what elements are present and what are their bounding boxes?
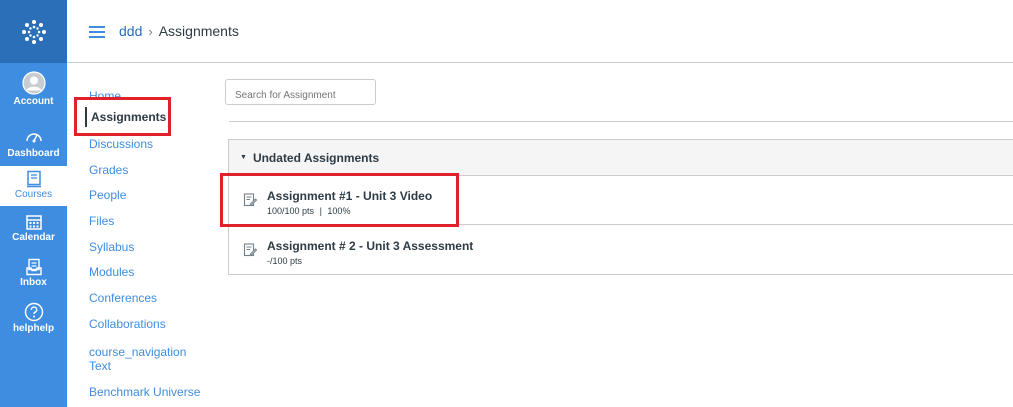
highlight-box-assignments-nav (74, 97, 171, 136)
assignment-row[interactable]: Assignment # 2 - Unit 3 Assessment -/100… (229, 226, 1013, 275)
canvas-logo-icon (21, 19, 46, 44)
help-icon (24, 302, 43, 322)
breadcrumb: ddd › Assignments (119, 23, 239, 39)
course-nav-collaborations[interactable]: Collaborations (89, 317, 166, 331)
account-icon (21, 71, 46, 95)
page-header: ddd › Assignments (67, 0, 1013, 63)
highlight-box-assignment-1 (220, 173, 459, 227)
assignment-title-link[interactable]: Assignment # 2 - Unit 3 Assessment (267, 239, 473, 253)
assignment-points: -/100 pts (267, 256, 303, 266)
nav-inbox-label: Inbox (20, 277, 47, 288)
course-nav-syllabus[interactable]: Syllabus (89, 240, 134, 254)
nav-dashboard[interactable]: Dashboard (0, 127, 67, 165)
nav-help[interactable]: helphelp (0, 302, 67, 342)
breadcrumb-current: Assignments (158, 23, 239, 39)
course-nav-people[interactable]: People (89, 188, 126, 202)
nav-calendar[interactable]: Calendar (0, 213, 67, 251)
course-nav-conferences[interactable]: Conferences (89, 291, 157, 305)
global-navigation: Account Dashboard Courses Calendar Inbox… (0, 0, 67, 407)
nav-courses-label: Courses (14, 189, 53, 200)
inbox-icon (25, 258, 42, 276)
courses-icon (26, 170, 41, 188)
assignment-icon (243, 243, 257, 257)
calendar-icon (25, 215, 42, 230)
course-nav-benchmark-universe[interactable]: Benchmark Universe (89, 385, 200, 399)
canvas-logo[interactable] (0, 0, 67, 63)
assignment-group-title: Undated Assignments (252, 150, 380, 165)
breadcrumb-separator: › (148, 23, 153, 39)
assignment-search-input[interactable] (225, 79, 376, 105)
course-nav-grades[interactable]: Grades (89, 163, 128, 177)
nav-help-label: helphelp (12, 323, 55, 334)
nav-account-label: Account (13, 96, 54, 107)
nav-calendar-label: Calendar (12, 232, 55, 243)
collapse-caret-icon[interactable]: ▼ (240, 154, 247, 161)
hamburger-menu-icon[interactable] (89, 26, 105, 38)
nav-courses[interactable]: Courses (0, 166, 67, 206)
course-nav-course-navigation-text[interactable]: course_navigation Text (89, 345, 199, 373)
breadcrumb-course-link[interactable]: ddd (119, 23, 142, 39)
course-nav-discussions[interactable]: Discussions (89, 137, 153, 151)
dashboard-icon (25, 133, 42, 143)
nav-dashboard-label: Dashboard (7, 148, 60, 159)
nav-account[interactable]: Account (0, 71, 67, 119)
course-nav-files[interactable]: Files (89, 214, 114, 228)
course-nav-modules[interactable]: Modules (89, 265, 134, 279)
content-divider (229, 121, 1013, 122)
nav-inbox[interactable]: Inbox (0, 258, 67, 296)
assignment-group-header[interactable]: ▼ Undated Assignments (229, 140, 1013, 176)
